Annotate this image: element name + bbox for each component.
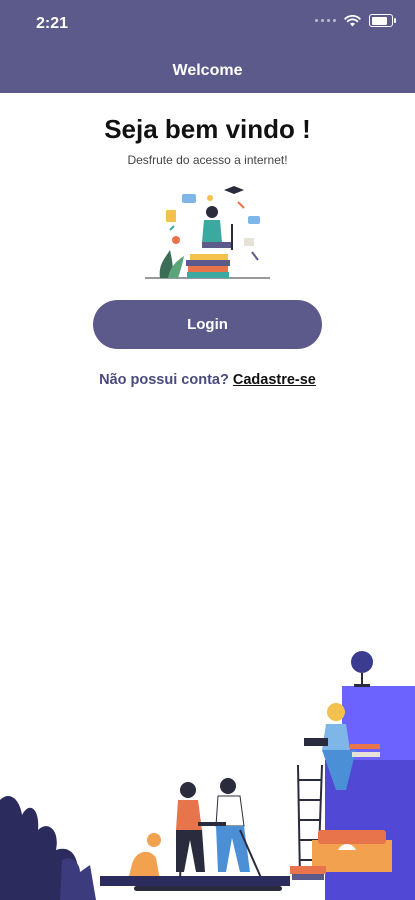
top-bar: 2:21 Welcome <box>0 0 415 93</box>
signup-question: Não possui conta? <box>99 372 229 388</box>
signal-icon <box>315 19 336 22</box>
signup-link[interactable]: Cadastre-se <box>233 372 316 388</box>
welcome-illustration <box>145 186 270 279</box>
page-subtitle: Desfrute do acesso a internet! <box>127 153 288 167</box>
login-button[interactable]: Login <box>93 300 322 349</box>
page-title: Seja bem vindo ! <box>104 114 311 144</box>
status-icons <box>315 14 396 27</box>
status-time: 2:21 <box>36 15 69 32</box>
footer-illustration <box>0 651 415 900</box>
home-indicator <box>134 886 282 891</box>
header-title: Welcome <box>172 62 243 79</box>
battery-icon <box>369 14 396 27</box>
wifi-icon <box>344 14 361 26</box>
signup-row: Não possui conta? Cadastre-se <box>0 372 415 388</box>
